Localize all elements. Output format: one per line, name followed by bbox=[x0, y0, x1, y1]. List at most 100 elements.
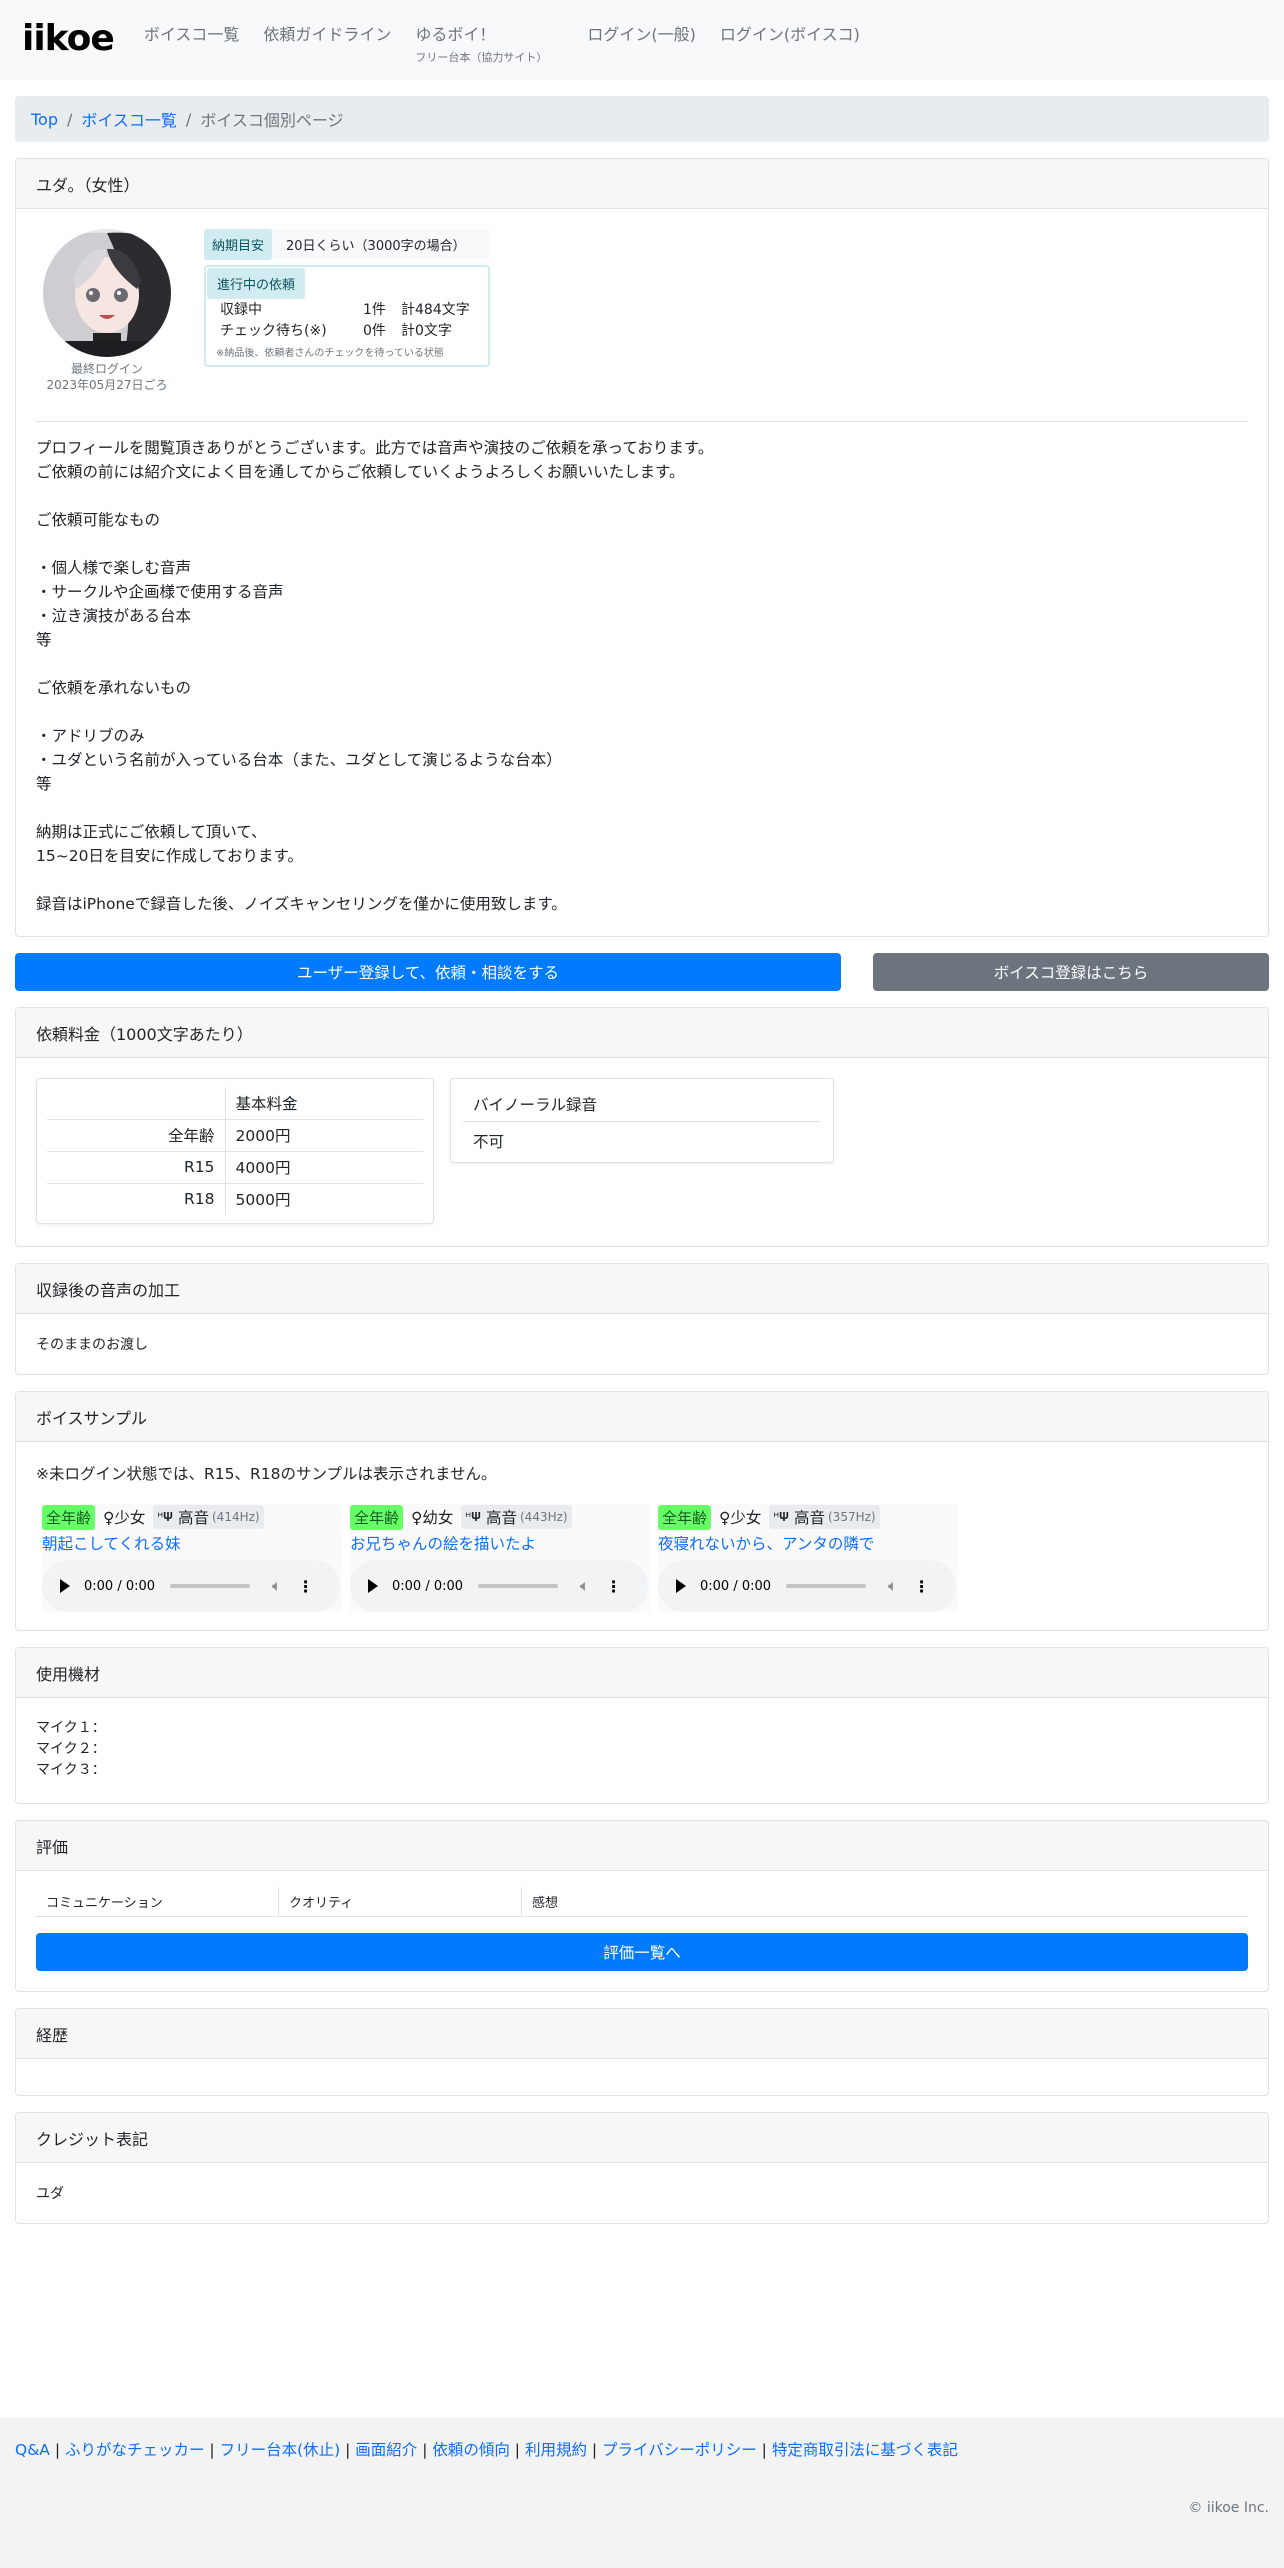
delivery-value: 20日くらい（3000字の場合） bbox=[286, 238, 466, 254]
profile-description: プロフィールを閲覧頂きありがとうございます。此方では音声や演技のご依頼を承ってお… bbox=[36, 439, 714, 913]
sample-title[interactable]: お兄ちゃんの絵を描いたよ bbox=[350, 1532, 650, 1554]
volume-icon[interactable]: 🔈︎ bbox=[272, 1576, 282, 1596]
audio-seek-bar[interactable] bbox=[786, 1584, 866, 1588]
table-row: R18 5000円 bbox=[47, 1183, 423, 1215]
progress-title: 進行中の依頼 bbox=[207, 268, 306, 299]
nav-login-voice[interactable]: ログイン(ボイスコ) bbox=[720, 26, 860, 44]
progress-row-chars: 計484文字 bbox=[401, 302, 470, 318]
footer-link-terms[interactable]: 利用規約 bbox=[525, 2441, 587, 2459]
equipment-list: マイク１： マイク２： マイク３： bbox=[16, 1698, 1268, 1803]
age-tag: ♀幼女 bbox=[411, 1509, 454, 1527]
history-card: 経歴 bbox=[15, 2008, 1269, 2096]
brand-logo[interactable]: iikoe bbox=[22, 18, 115, 59]
samples-note: ※未ログイン状態では、R15、R18のサンプルは表示されません。 bbox=[36, 1465, 497, 1483]
sample-item: 全年齢 ♀幼女 ᴴ𝚿 高音 (443Hz) お兄ちゃんの絵を描いたよ 0:00 /… bbox=[350, 1504, 650, 1612]
processing-value: そのままのお渡し bbox=[36, 1337, 148, 1353]
pitch-hz: (443Hz) bbox=[520, 1510, 568, 1524]
nav-yuruboi[interactable]: ゆるボイ！ フリー台本（協力サイト） bbox=[415, 26, 547, 67]
breadcrumb-sep: / bbox=[67, 109, 73, 129]
sample-item: 全年齢 ♀少女 ᴴ𝚿 高音 (357Hz) 夜寝れないから、アンタの隣で 0:00… bbox=[658, 1504, 958, 1612]
review-list-button[interactable]: 評価一覧へ bbox=[36, 1933, 1248, 1971]
audio-time: 0:00 / 0:00 bbox=[700, 1578, 772, 1594]
audio-seek-bar[interactable] bbox=[170, 1584, 250, 1588]
table-row: R15 4000円 bbox=[47, 1151, 423, 1184]
volume-icon[interactable]: 🔈︎ bbox=[580, 1576, 590, 1596]
footer-link-privacy[interactable]: プライバシーポリシー bbox=[602, 2441, 757, 2459]
progress-note: ※納品後、依頼者さんのチェックを待っている状態 bbox=[216, 348, 444, 359]
footer-sep: | bbox=[586, 2441, 603, 2459]
review-col-impression: 感想 bbox=[532, 1896, 559, 1911]
pitch-tag: ᴴ𝚿 高音 (357Hz) bbox=[769, 1505, 880, 1529]
audio-seek-bar[interactable] bbox=[478, 1584, 558, 1588]
fee-value: 5000円 bbox=[235, 1191, 291, 1210]
audio-player[interactable]: 0:00 / 0:00 🔈︎ ⋮ bbox=[658, 1560, 956, 1612]
footer-sep: | bbox=[417, 2441, 433, 2459]
footer-link-trends[interactable]: 依頼の傾向 bbox=[432, 2441, 510, 2459]
review-table: コミュニケーション クオリティ 感想 bbox=[36, 1886, 1248, 1917]
binaural-label: バイノーラル録音 bbox=[463, 1089, 821, 1122]
more-vert-icon[interactable]: ⋮ bbox=[914, 1577, 930, 1596]
audio-player[interactable]: 0:00 / 0:00 🔈︎ ⋮ bbox=[42, 1560, 340, 1612]
equipment-header: 使用機材 bbox=[16, 1648, 1268, 1698]
register-user-button[interactable]: ユーザー登録して、依頼・相談をする bbox=[15, 953, 841, 991]
footer-sep: | bbox=[509, 2441, 525, 2459]
more-vert-icon[interactable]: ⋮ bbox=[606, 1577, 622, 1596]
footer-link-free-script[interactable]: フリー台本(休止) bbox=[220, 2441, 341, 2459]
processing-card: 収録後の音声の加工 そのままのお渡し bbox=[15, 1263, 1269, 1375]
fee-label: R18 bbox=[47, 1183, 226, 1215]
breadcrumb: Top / ボイスコ一覧 / ボイスコ個別ページ bbox=[15, 96, 1269, 142]
breadcrumb-current: ボイスコ個別ページ bbox=[200, 111, 344, 130]
audio-time: 0:00 / 0:00 bbox=[392, 1578, 464, 1594]
sample-item: 全年齢 ♀少女 ᴴ𝚿 高音 (414Hz) 朝起こしてくれる妹 0:00 / 0:… bbox=[42, 1504, 342, 1612]
footer-link-tokusho[interactable]: 特定商取引法に基づく表記 bbox=[772, 2441, 958, 2459]
volume-icon[interactable]: 🔈︎ bbox=[888, 1576, 898, 1596]
fee-value: 2000円 bbox=[225, 1119, 423, 1152]
footer-link-qa[interactable]: Q&A bbox=[15, 2441, 50, 2459]
pitch-hz: (357Hz) bbox=[828, 1510, 876, 1524]
review-col-quality: クオリティ bbox=[279, 1886, 522, 1917]
breadcrumb-list[interactable]: ボイスコ一覧 bbox=[81, 107, 177, 131]
play-icon[interactable] bbox=[60, 1579, 70, 1593]
fee-value: 4000円 bbox=[225, 1151, 423, 1184]
footer-sep: | bbox=[204, 2441, 220, 2459]
list-item: マイク３： bbox=[36, 1762, 106, 1778]
credit-value: ユダ bbox=[36, 2186, 64, 2202]
credit-card: クレジット表記 ユダ bbox=[15, 2112, 1269, 2224]
fee-col-header: 基本料金 bbox=[225, 1087, 423, 1120]
register-voice-button[interactable]: ボイスコ登録はこちら bbox=[873, 953, 1269, 991]
footer-link-screens[interactable]: 画面紹介 bbox=[355, 2441, 417, 2459]
copyright: © iikoe Inc. bbox=[1188, 2500, 1269, 2516]
pitch-hz: (414Hz) bbox=[212, 1510, 260, 1524]
progress-row-chars: 計0文字 bbox=[401, 323, 452, 339]
divider bbox=[36, 421, 1248, 422]
list-item: マイク２： bbox=[36, 1741, 106, 1757]
footer-sep: | bbox=[49, 2441, 65, 2459]
more-vert-icon[interactable]: ⋮ bbox=[298, 1577, 314, 1596]
nav-voice-list[interactable]: ボイスコ一覧 bbox=[144, 26, 240, 44]
footer-link-furigana[interactable]: ふりがなチェッカー bbox=[65, 2441, 205, 2459]
nav-yuruboi-sub: フリー台本（協力サイト） bbox=[415, 51, 548, 64]
nav-guideline[interactable]: 依頼ガイドライン bbox=[263, 26, 391, 44]
progress-row-label: チェック待ち(※) bbox=[220, 323, 327, 339]
play-icon[interactable] bbox=[368, 1579, 378, 1593]
footer: Q&A | ふりがなチェッカー | フリー台本(休止) | 画面紹介 | 依頼の… bbox=[0, 2418, 1284, 2568]
progress-row: 収録中 1件 計484文字 bbox=[206, 300, 488, 321]
fee-table: 基本料金 全年齢 2000円 R15 4000円 R18 5000円 bbox=[36, 1078, 434, 1224]
processing-header: 収録後の音声の加工 bbox=[16, 1264, 1268, 1314]
sample-title[interactable]: 夜寝れないから、アンタの隣で bbox=[658, 1532, 958, 1554]
nav-login-general[interactable]: ログイン(一般) bbox=[587, 26, 696, 44]
samples-header: ボイスサンプル bbox=[16, 1392, 1268, 1442]
audio-player[interactable]: 0:00 / 0:00 🔈︎ ⋮ bbox=[350, 1560, 648, 1612]
play-icon[interactable] bbox=[676, 1579, 686, 1593]
sample-title[interactable]: 朝起こしてくれる妹 bbox=[42, 1532, 342, 1554]
breadcrumb-top[interactable]: Top bbox=[31, 110, 58, 129]
fees-header: 依頼料金（1000文字あたり） bbox=[16, 1008, 1268, 1058]
reviews-card: 評価 コミュニケーション クオリティ 感想 評価一覧へ bbox=[15, 1820, 1269, 1992]
history-header: 経歴 bbox=[16, 2009, 1268, 2059]
delivery-label: 納期目安 bbox=[204, 228, 273, 260]
progress-row: チェック待ち(※) 0件 計0文字 bbox=[206, 321, 488, 342]
table-row: 基本料金 bbox=[47, 1087, 423, 1120]
pitch-tag: ᴴ𝚿 高音 (414Hz) bbox=[153, 1505, 264, 1529]
pitch-label: 高音 bbox=[793, 1509, 825, 1527]
pitch-tag: ᴴ𝚿 高音 (443Hz) bbox=[461, 1505, 572, 1529]
